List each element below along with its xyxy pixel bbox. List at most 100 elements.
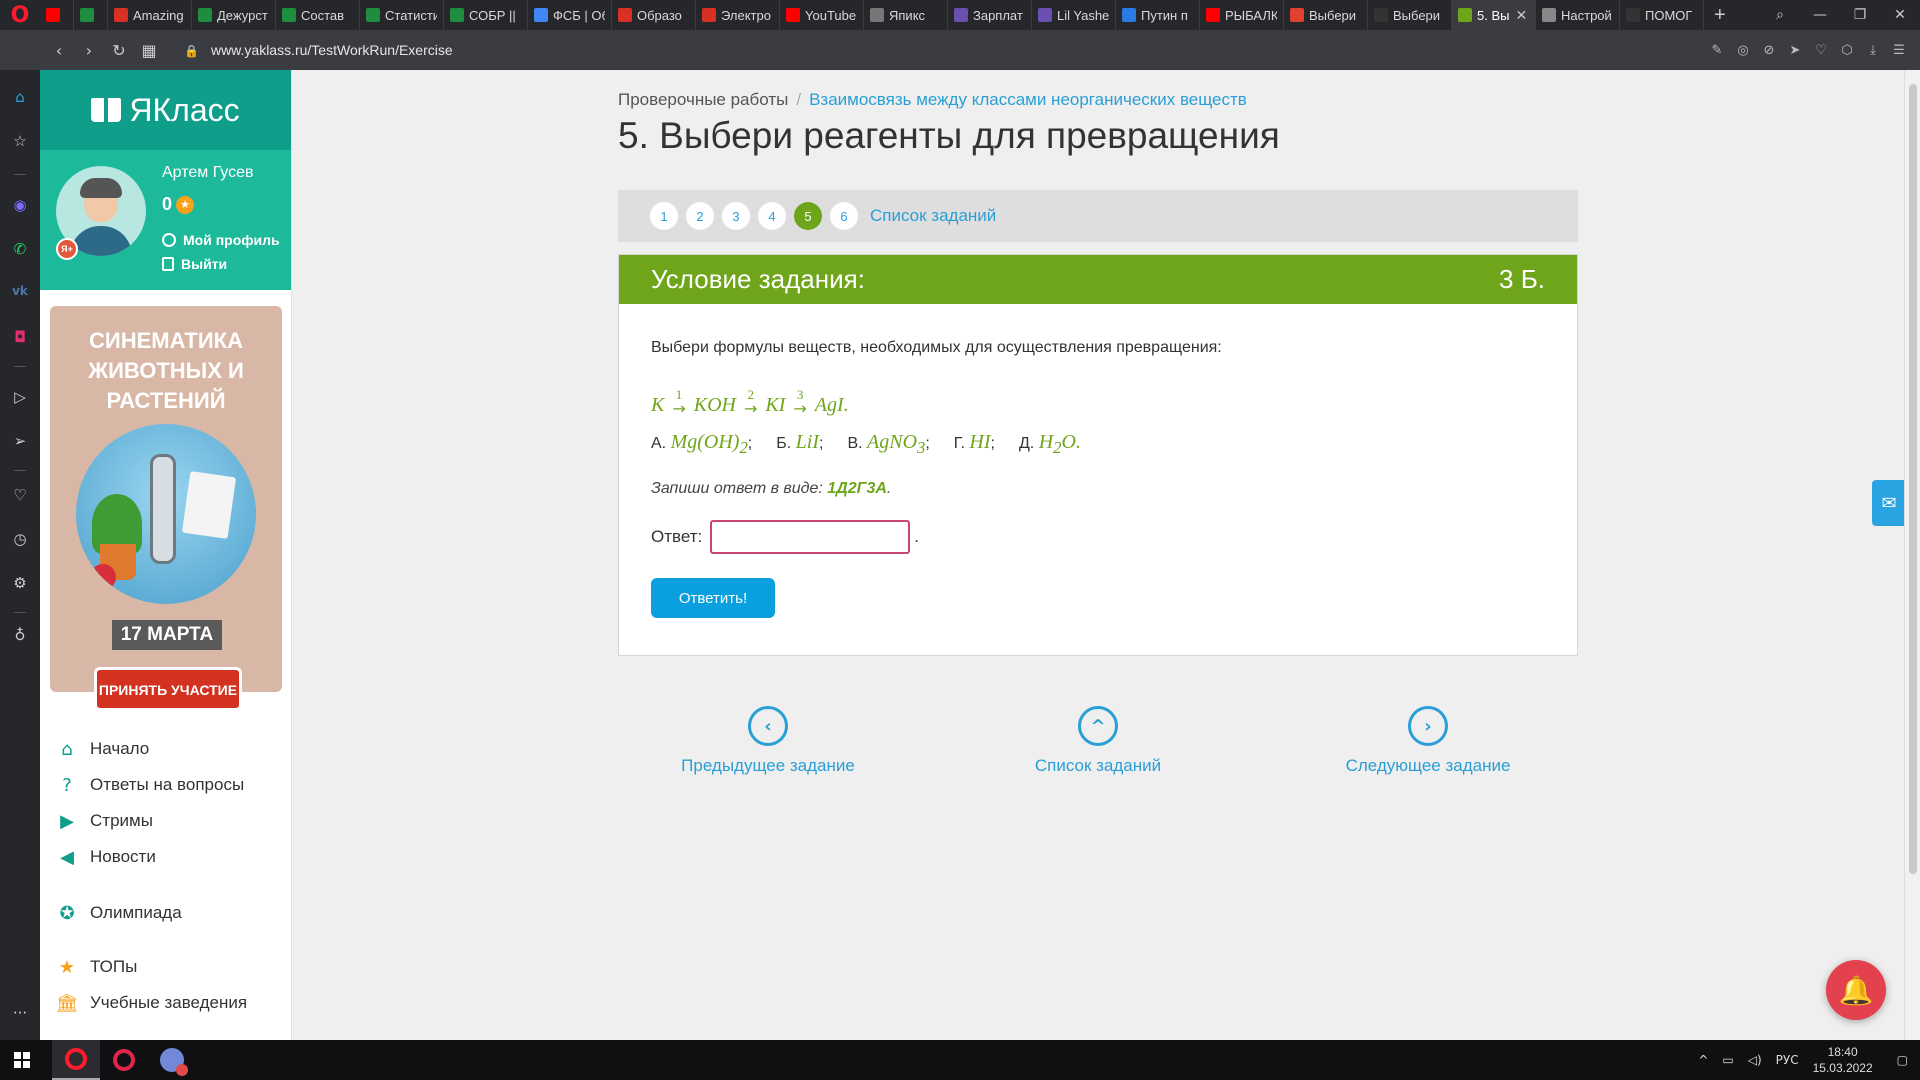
reagent-options: А. Mg(OH)2; Б. LiI; В. AgNO3; Г. HI; Д. … <box>651 431 1551 458</box>
banner-participate-button[interactable]: ПРИНЯТЬ УЧАСТИЕ <box>94 667 242 711</box>
url-field[interactable]: 🔒 www.yaklass.ru/TestWorkRun/Exercise <box>184 42 453 58</box>
clock[interactable]: 18:40 15.03.2022 <box>1813 1044 1873 1076</box>
feedback-mail-icon[interactable]: ✉ <box>1872 480 1904 526</box>
prev-task-link[interactable]: ‹ Предыдущее задание <box>618 706 918 776</box>
player-icon[interactable]: ▷ <box>0 388 40 406</box>
browser-tab[interactable] <box>74 0 108 30</box>
browser-tab[interactable]: Путин п <box>1116 0 1200 30</box>
messenger-icon[interactable]: ◉ <box>0 196 40 214</box>
easy-setup-icon[interactable]: ☰ <box>1888 43 1910 58</box>
browser-tab[interactable]: Выбери <box>1284 0 1368 30</box>
menu-item-home[interactable]: ⌂ Начало <box>56 738 149 760</box>
browser-tab[interactable]: ПОМОГ <box>1620 0 1704 30</box>
browser-tab[interactable]: Образо <box>612 0 696 30</box>
answer-input[interactable] <box>710 520 911 554</box>
browser-tab[interactable]: Настрой <box>1536 0 1620 30</box>
page-number-2[interactable]: 2 <box>686 202 714 230</box>
settings-gear-icon[interactable]: ⚙ <box>0 574 40 592</box>
yaklass-logo[interactable]: ЯКласс <box>40 70 291 150</box>
tips-bulb-icon[interactable]: ♁ <box>0 626 40 644</box>
page-number-5[interactable]: 5 <box>794 202 822 230</box>
bookmarks-star-icon[interactable]: ☆ <box>0 132 40 150</box>
language-indicator[interactable]: РУС <box>1776 1053 1799 1067</box>
browser-tab[interactable]: ФСБ | Об <box>528 0 612 30</box>
taskbar-discord[interactable] <box>148 1040 196 1080</box>
network-icon[interactable]: ▭ <box>1722 1053 1733 1067</box>
page-number-4[interactable]: 4 <box>758 202 786 230</box>
tray-chevron-icon[interactable]: ^ <box>1698 1053 1708 1067</box>
yapiks-icon <box>870 8 884 22</box>
browser-tab[interactable]: СОБР || <box>444 0 528 30</box>
browser-tab[interactable]: Электро <box>696 0 780 30</box>
whatsapp-icon[interactable]: ✆ <box>0 240 40 258</box>
menu-item-tops[interactable]: ★ ТОПы <box>56 956 137 978</box>
send-icon[interactable]: ✎ <box>1706 43 1728 58</box>
logout-link[interactable]: Выйти <box>162 256 227 272</box>
menu-item-olympiad[interactable]: ✪ Олимпиада <box>56 902 181 924</box>
minimize-button[interactable]: — <box>1800 7 1840 23</box>
menu-item-news[interactable]: ◀ Новости <box>56 846 156 868</box>
browser-tab[interactable]: Дежурст <box>192 0 276 30</box>
forward-button[interactable]: › <box>74 41 104 60</box>
browser-tab[interactable]: Amazing <box>108 0 192 30</box>
snapshot-icon[interactable]: ◎ <box>1732 43 1754 58</box>
flow-icon[interactable]: ➤ <box>1784 43 1806 58</box>
page-number-3[interactable]: 3 <box>722 202 750 230</box>
task-list-link[interactable]: Список заданий <box>870 206 996 226</box>
new-tab-button[interactable]: + <box>1704 4 1736 27</box>
browser-tab[interactable]: Зарплат <box>948 0 1032 30</box>
browser-tab[interactable]: Состав <box>276 0 360 30</box>
extensions-cube-icon[interactable]: ⬡ <box>1836 43 1858 58</box>
browser-tab[interactable] <box>40 0 74 30</box>
chain-arrow-1: 1 → <box>672 388 685 417</box>
reload-icon[interactable]: ↻ <box>104 41 134 60</box>
taskbar-opera-gx[interactable] <box>100 1040 148 1080</box>
home-icon[interactable]: ⌂ <box>0 88 40 106</box>
breadcrumb-current[interactable]: Взаимосвязь между классами неорганически… <box>809 90 1247 109</box>
flow-send-icon[interactable]: ➢ <box>0 432 40 450</box>
volume-icon[interactable]: ◁) <box>1748 1053 1762 1067</box>
close-tab-icon[interactable]: ✕ <box>1515 7 1527 24</box>
page-number-6[interactable]: 6 <box>830 202 858 230</box>
task-list-nav-link[interactable]: ^ Список заданий <box>948 706 1248 776</box>
menu-item-answers[interactable]: ? Ответы на вопросы <box>56 774 244 796</box>
menu-item-streams[interactable]: ▶ Стримы <box>56 810 153 832</box>
restore-button[interactable]: ❐ <box>1840 7 1880 23</box>
taskbar-opera[interactable] <box>52 1040 100 1080</box>
download-icon[interactable]: ⤓ <box>1862 43 1884 58</box>
close-window-button[interactable]: ✕ <box>1880 7 1920 23</box>
browser-tab[interactable]: Lil Yasher <box>1032 0 1116 30</box>
opera-menu-icon[interactable]: O <box>0 0 40 30</box>
promo-banner[interactable]: СИНЕМАТИКА ЖИВОТНЫХ И РАСТЕНИЙ 17 МАРТА <box>50 306 282 692</box>
next-task-link[interactable]: › Следующее задание <box>1278 706 1578 776</box>
history-clock-icon[interactable]: ◷ <box>0 530 40 548</box>
menu-item-schools[interactable]: 🏛 Учебные заведения <box>56 992 248 1014</box>
browser-tab[interactable]: YouTube <box>780 0 864 30</box>
my-profile-link[interactable]: Мой профиль <box>162 232 280 248</box>
instagram-icon[interactable]: ◘ <box>0 328 40 346</box>
start-button[interactable] <box>0 1040 44 1080</box>
star-coin-icon: ★ <box>176 195 195 214</box>
submit-answer-button[interactable]: Ответить! <box>651 578 775 618</box>
more-dots-icon[interactable]: ··· <box>0 1004 40 1022</box>
page-number-1[interactable]: 1 <box>650 202 678 230</box>
notifications-icon[interactable]: ▢ <box>1897 1053 1908 1067</box>
speed-dial-icon[interactable]: ▦ <box>134 41 164 60</box>
adblock-icon[interactable]: ⊘ <box>1758 43 1780 58</box>
page-scrollbar[interactable] <box>1904 70 1920 1040</box>
bookmark-heart-icon[interactable]: ♡ <box>1810 43 1832 58</box>
browser-tab[interactable]: Япикс <box>864 0 948 30</box>
back-button[interactable]: ‹ <box>44 41 74 60</box>
globe-icon <box>1122 8 1136 22</box>
browser-tab[interactable]: Выбери <box>1368 0 1452 30</box>
browser-tab[interactable]: РЫБАЛК <box>1200 0 1284 30</box>
tab-title: Состав <box>301 7 345 23</box>
search-tabs-icon[interactable]: ⌕ <box>1760 7 1800 23</box>
heart-icon[interactable]: ♡ <box>0 486 40 504</box>
browser-tab[interactable]: Статисти <box>360 0 444 30</box>
browser-tab[interactable]: 5. Вы ✕ <box>1452 0 1536 30</box>
breadcrumb-root[interactable]: Проверочные работы <box>618 90 788 109</box>
scrollbar-thumb[interactable] <box>1909 84 1917 874</box>
notification-bell-icon[interactable]: 🔔 <box>1826 960 1886 1020</box>
vk-icon[interactable]: vk <box>0 284 40 298</box>
